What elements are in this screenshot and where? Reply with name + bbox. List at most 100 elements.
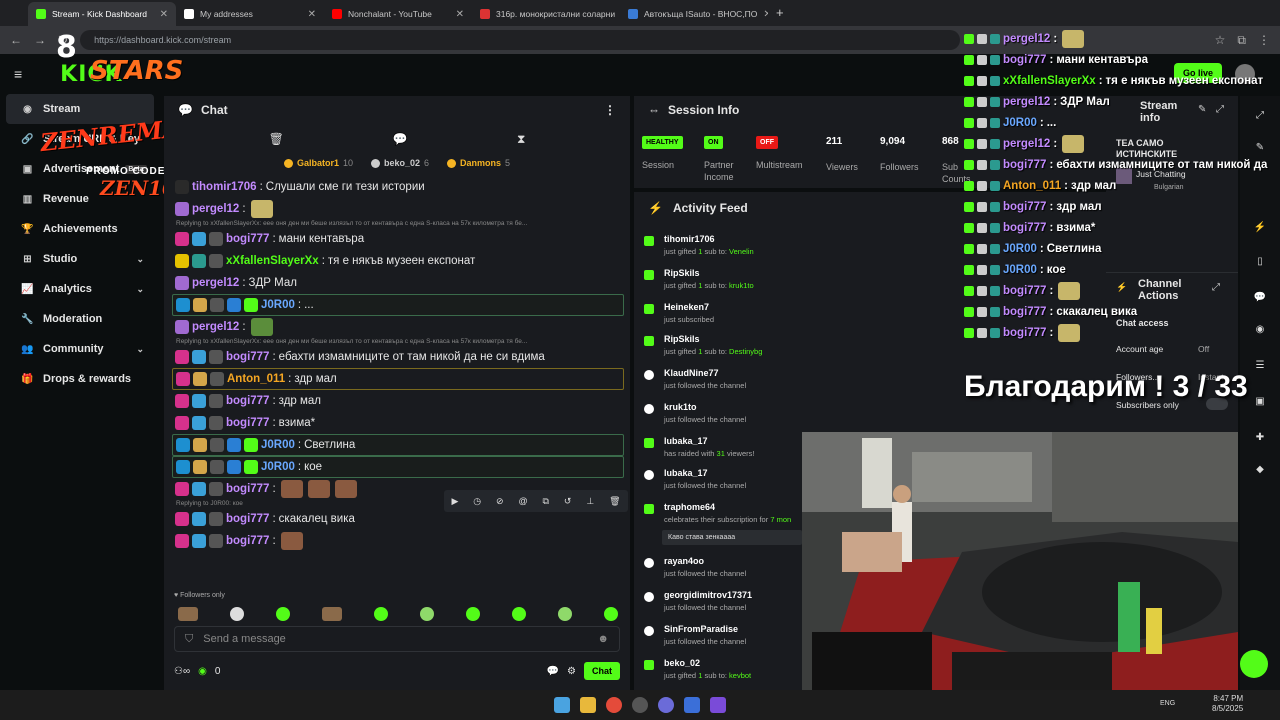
forward-icon[interactable]: → [34, 33, 46, 47]
emote-icon[interactable] [374, 607, 388, 621]
activity-username[interactable]: kruk1to [664, 402, 804, 412]
chat-username[interactable]: bogi777 [226, 417, 269, 429]
chat-username[interactable]: J0R00 [261, 439, 295, 451]
keyboard-language[interactable]: ENG [1160, 700, 1175, 707]
activity-username[interactable]: beko_02 [664, 658, 804, 668]
chat-username[interactable]: bogi777 [226, 395, 269, 407]
undo-icon[interactable]: ↺ [564, 496, 572, 507]
activity-item[interactable]: lubaka_17 just followed the channel [644, 468, 804, 490]
chat-username[interactable]: Anton_011 [227, 373, 285, 385]
browser-tab[interactable]: Stream - Kick Dashboard ✕ [28, 2, 176, 26]
emote-icon[interactable] [420, 607, 434, 621]
chat-message[interactable]: bogi777: [172, 530, 624, 552]
screen-icon[interactable]: ▣ [1252, 396, 1268, 410]
activity-username[interactable]: tihomir1706 [664, 234, 804, 244]
chat-username[interactable]: tihomir1706 [192, 181, 257, 193]
chat-message[interactable]: bogi777: мани кентавъра [172, 228, 624, 250]
top-gifter[interactable]: beko_02 6 [370, 158, 429, 168]
activity-item[interactable]: beko_02 just gifted 1 sub to: kevbot [644, 658, 804, 680]
activity-target[interactable]: Venelin [729, 247, 754, 256]
pin-icon[interactable]: ⊥ [586, 496, 594, 507]
sidebar-item-moderation[interactable]: 🔧 Moderation [6, 304, 154, 334]
chat-message[interactable]: pergel12: [172, 316, 624, 338]
trash-icon[interactable]: 🗑 [269, 132, 284, 146]
chat-username[interactable]: xXfallenSlayerXx [226, 255, 319, 267]
chat-username[interactable]: bogi777 [226, 351, 269, 363]
delete-icon[interactable]: 🗑 [609, 496, 620, 507]
activity-username[interactable]: rayan4oo [664, 556, 804, 566]
emoji-icon[interactable]: ☻ [597, 633, 609, 645]
chat-message[interactable]: Anton_011: здр мал [172, 368, 624, 390]
sidebar-item-community[interactable]: 👥 Community ⌄ [6, 334, 154, 364]
chat-input[interactable]: ⛉ Send a message ☻ [174, 626, 620, 652]
activity-item[interactable]: rayan4oo just followed the channel [644, 556, 804, 578]
activity-username[interactable]: SinFromParadise [664, 624, 804, 634]
browser-tab[interactable]: 316р. монокристални соларни✕ [472, 2, 620, 26]
browser-tab[interactable]: Nonchalant - YouTube ✕ [324, 2, 472, 26]
chat-mode-icon[interactable]: 💬 [393, 132, 408, 146]
new-tab-icon[interactable]: + [776, 5, 784, 20]
url-field[interactable]: https://dashboard.kick.com/stream [80, 30, 961, 50]
browser-tab[interactable]: My addresses ✕ [176, 2, 324, 26]
emote-icon[interactable] [558, 607, 572, 621]
chat-username[interactable]: pergel12 [192, 321, 239, 333]
shield-icon[interactable]: ◆ [1252, 464, 1268, 478]
emote-icon[interactable] [512, 607, 526, 621]
chat-message[interactable]: bogi777: ебахти измамниците от там никой … [172, 346, 624, 368]
activity-username[interactable]: lubaka_17 [664, 468, 804, 478]
chat-message[interactable]: tihomir1706: Слушали сме ги тези истории [172, 176, 624, 198]
gear-icon[interactable]: ⚙ [567, 666, 576, 677]
activity-item[interactable]: traphome64 celebrates their subscription … [644, 502, 804, 524]
top-gifter[interactable]: Danmons 5 [447, 158, 510, 168]
close-icon[interactable]: ✕ [763, 9, 768, 20]
activity-item[interactable]: RipSkils just gifted 1 sub to: Destinybg [644, 334, 804, 356]
browser-tab[interactable]: Автокъща ISauto - ВНОС,ПО ✕ [620, 2, 768, 26]
activity-username[interactable]: Heineken7 [664, 302, 804, 312]
emote-icon[interactable] [230, 607, 244, 621]
close-icon[interactable]: ✕ [160, 9, 168, 20]
activity-target[interactable]: kevbot [729, 671, 751, 680]
chat-username[interactable]: pergel12 [192, 277, 239, 289]
sidebar-item-analytics[interactable]: 📈 Analytics ⌄ [6, 274, 154, 304]
activity-item[interactable]: georgidimitrov17371 just followed the cha… [644, 590, 804, 612]
chat-username[interactable]: bogi777 [226, 483, 269, 495]
discord-icon[interactable] [658, 697, 674, 713]
chat-message[interactable]: bogi777: взима* [172, 412, 624, 434]
activity-username[interactable]: KlaudNine77 [664, 368, 804, 378]
chat-menu-icon[interactable]: ⋮ [604, 103, 616, 117]
activity-item[interactable]: kruk1to just followed the channel [644, 402, 804, 424]
users-icon[interactable]: ⚇∞ [174, 666, 190, 677]
chat-username[interactable]: bogi777 [226, 233, 269, 245]
timeout-icon[interactable]: ◷ [473, 496, 481, 507]
windows-start-icon[interactable] [554, 697, 570, 713]
activity-item[interactable]: RipSkils just gifted 1 sub to: kruk1to [644, 268, 804, 290]
app-icon[interactable] [684, 697, 700, 713]
sidebar-item-achievements[interactable]: 🏆 Achievements [6, 214, 154, 244]
activity-username[interactable]: lubaka_17 [664, 436, 804, 446]
ban-icon[interactable]: ⊘ [496, 496, 504, 507]
grid-app-icon[interactable] [710, 697, 726, 713]
play-icon[interactable]: ▶ [451, 496, 458, 507]
sidebar-item-drops-rewards[interactable]: 🎁 Drops & rewards [6, 364, 154, 394]
obs-icon[interactable] [632, 697, 648, 713]
close-icon[interactable]: ✕ [456, 9, 464, 20]
emote-icon[interactable] [466, 607, 480, 621]
chat-username[interactable]: bogi777 [226, 513, 269, 525]
chat-message[interactable]: bogi777: здр мал [172, 390, 624, 412]
emote-icon[interactable] [276, 607, 290, 621]
activity-target[interactable]: Destinybg [729, 347, 762, 356]
activity-item[interactable]: tihomir1706 just gifted 1 sub to: Venelin [644, 234, 804, 256]
system-clock[interactable]: 8:47 PM 8/5/2025 [1212, 694, 1243, 714]
activity-username[interactable]: georgidimitrov17371 [664, 590, 804, 600]
top-gifter[interactable]: Galbator1 10 [283, 158, 353, 168]
chat-username[interactable]: pergel12 [192, 203, 239, 215]
chrome-icon[interactable] [606, 697, 622, 713]
activity-username[interactable]: traphome64 [664, 502, 804, 512]
file-explorer-icon[interactable] [580, 697, 596, 713]
activity-item[interactable]: Heineken7 just subscribed [644, 302, 804, 324]
activity-item[interactable]: SinFromParadise just followed the channel [644, 624, 804, 646]
chat-username[interactable]: bogi777 [226, 535, 269, 547]
copy-icon[interactable]: ⧉ [543, 496, 549, 507]
activity-item[interactable]: KlaudNine77 just followed the channel [644, 368, 804, 390]
close-icon[interactable]: ✕ [308, 9, 316, 20]
